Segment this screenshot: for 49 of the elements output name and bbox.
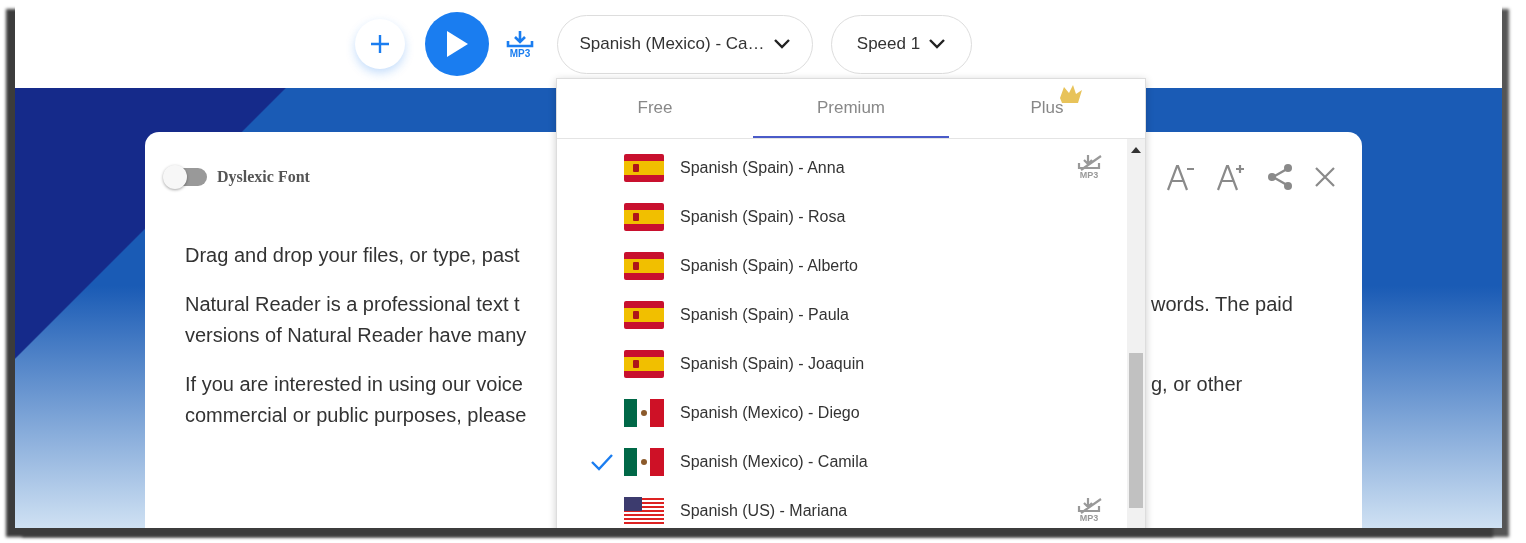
toggle-switch[interactable] (165, 168, 207, 186)
download-disabled-icon (1075, 155, 1103, 171)
voice-option[interactable]: Spanish (Spain) - Rosa (557, 192, 1127, 241)
speed-dropdown[interactable]: Speed 1 (831, 14, 972, 74)
toggle-label: Dyslexic Font (217, 168, 310, 186)
flag-icon (624, 202, 664, 231)
voice-option[interactable]: Spanish (Spain) - Joaquin (557, 339, 1127, 388)
document-text: If you are interested in using our voice (185, 373, 524, 396)
flag-icon (624, 300, 664, 329)
voice-option[interactable]: Spanish (Spain) - Paula (557, 290, 1127, 339)
download-mp3-button[interactable]: MP3 (505, 29, 535, 59)
document-text: commercial or public purposes, please (185, 404, 528, 427)
download-disabled-icon (1075, 498, 1103, 514)
scrollbar-thumb[interactable] (1129, 353, 1143, 508)
decrease-font-icon[interactable] (1166, 163, 1196, 191)
voice-dropdown[interactable]: Spanish (Mexico) - Ca… (557, 14, 813, 74)
chevron-down-icon (772, 38, 791, 50)
download-icon (505, 29, 535, 48)
flag-icon (624, 398, 664, 427)
mp3-label: MP3 (1079, 514, 1099, 523)
play-icon (444, 29, 470, 59)
document-text: g, or other (1151, 373, 1243, 396)
voice-option[interactable]: Spanish (US) - Mariana MP3 (557, 486, 1127, 528)
voice-option[interactable]: Spanish (Spain) - Alberto (557, 241, 1127, 290)
flag-icon (624, 447, 664, 476)
scroll-up-icon[interactable] (1131, 147, 1141, 153)
increase-font-icon[interactable] (1216, 163, 1246, 191)
flag-icon (624, 251, 664, 280)
flag-icon (624, 496, 664, 525)
checkmark-icon (590, 452, 614, 471)
close-icon[interactable] (1314, 166, 1336, 188)
plus-icon (369, 33, 391, 55)
voice-option[interactable]: Spanish (Mexico) - Diego (557, 388, 1127, 437)
document-text: words. The paid (1151, 293, 1293, 316)
scrollbar[interactable] (1127, 139, 1145, 528)
mp3-label: MP3 (1079, 171, 1099, 180)
flag-icon (624, 349, 664, 378)
add-button[interactable] (355, 19, 405, 69)
document-text: Drag and drop your files, or type, past (185, 244, 521, 267)
chevron-down-icon (928, 38, 947, 50)
share-icon[interactable] (1266, 163, 1294, 191)
voice-option[interactable]: Spanish (Spain) - Anna MP3 (557, 143, 1127, 192)
voice-tab[interactable]: Plus (949, 79, 1145, 138)
document-text: Natural Reader is a professional text t (185, 293, 521, 316)
document-text: versions of Natural Reader have many (185, 324, 528, 347)
voice-tab[interactable]: Free (557, 79, 753, 138)
flag-icon (624, 153, 664, 182)
voice-option[interactable]: Spanish (Mexico) - Camila (557, 437, 1127, 486)
voice-tab[interactable]: Premium (753, 79, 949, 138)
